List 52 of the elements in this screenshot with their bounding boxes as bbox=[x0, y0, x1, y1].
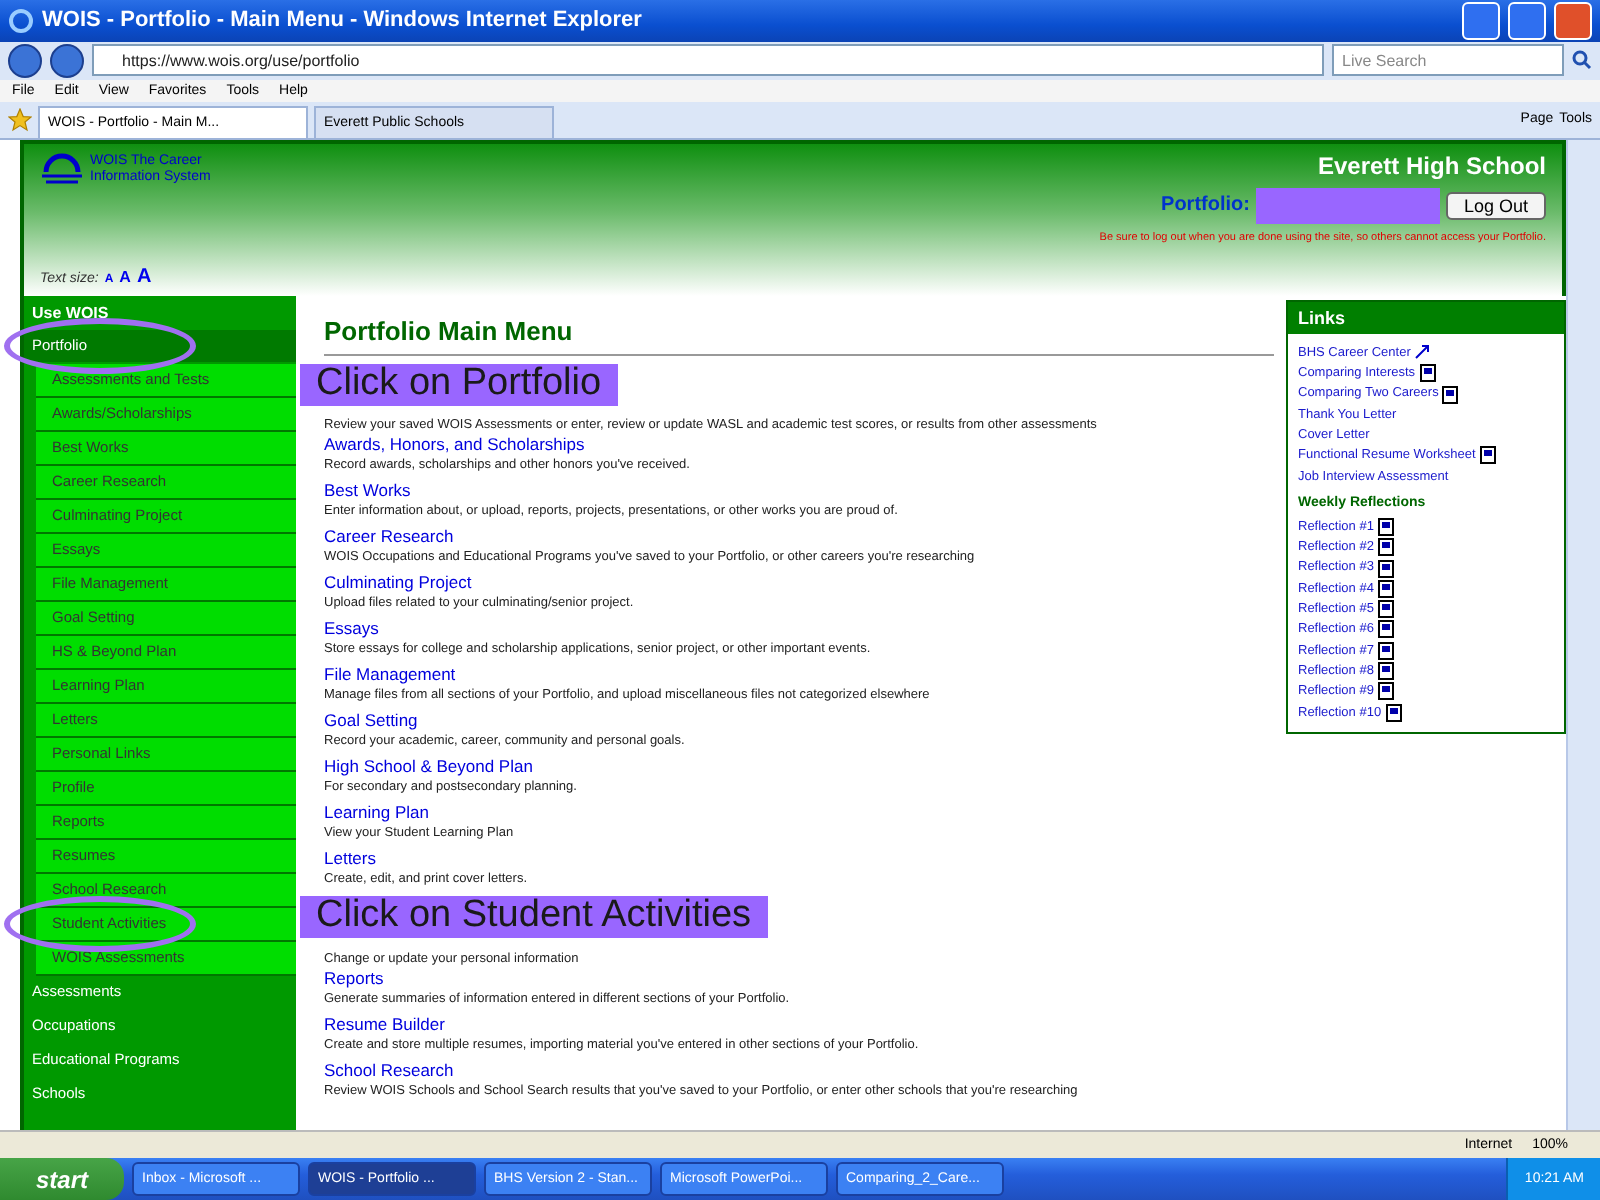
document-icon bbox=[1377, 641, 1396, 660]
document-icon bbox=[1442, 385, 1461, 403]
callout-label: Click on Portfolio bbox=[300, 363, 618, 406]
document-icon bbox=[1377, 600, 1396, 619]
browser-icon bbox=[8, 7, 34, 34]
maximize-button[interactable] bbox=[1508, 1, 1546, 40]
menu-link[interactable]: Awards, Honors, and Scholarships bbox=[324, 433, 1282, 456]
document-icon bbox=[1377, 682, 1396, 701]
minimize-button[interactable] bbox=[1462, 1, 1500, 40]
document-icon bbox=[1377, 620, 1396, 639]
menu-link[interactable]: Letters bbox=[324, 847, 1282, 870]
text-size-link[interactable]: A bbox=[136, 265, 152, 288]
menu-link[interactable]: Reports bbox=[324, 967, 1282, 990]
document-icon bbox=[1377, 662, 1396, 681]
portfolio-field[interactable] bbox=[1255, 187, 1440, 224]
search-field[interactable]: Live Search bbox=[1332, 44, 1564, 77]
window-title: WOIS - Portfolio - Main Menu - Windows Internet Explorer bbox=[42, 8, 644, 33]
menu-link[interactable]: Career Research bbox=[324, 525, 1282, 548]
menu-link[interactable]: High School & Beyond Plan bbox=[324, 755, 1282, 778]
external-link-icon bbox=[1414, 344, 1431, 361]
portfolio-label: Portfolio: bbox=[1161, 194, 1250, 217]
menu-link[interactable]: Essays bbox=[324, 617, 1282, 640]
scrollbar[interactable] bbox=[1566, 139, 1600, 1131]
document-icon bbox=[1385, 703, 1404, 722]
close-button[interactable] bbox=[1554, 1, 1592, 40]
callout-label: Click on Student Activities bbox=[300, 895, 768, 938]
sidebar-title: Use WOIS bbox=[30, 301, 111, 326]
menu-link[interactable]: Best Works bbox=[324, 479, 1282, 502]
start-button[interactable]: start bbox=[0, 1158, 124, 1200]
menu-link[interactable]: File Management bbox=[324, 663, 1282, 686]
search-icon[interactable] bbox=[1572, 50, 1592, 71]
menu-link[interactable]: Goal Setting bbox=[324, 709, 1282, 732]
logout-button[interactable]: Log Out bbox=[1445, 191, 1546, 220]
page-title: Portfolio Main Menu bbox=[324, 315, 1274, 356]
menu-link[interactable]: Resume Builder bbox=[324, 1013, 1282, 1036]
document-icon bbox=[1377, 559, 1396, 578]
logo-icon bbox=[40, 151, 84, 188]
address-field[interactable]: https://www.wois.org/use/portfolio bbox=[92, 44, 1324, 77]
document-icon bbox=[1377, 517, 1396, 536]
document-icon bbox=[1377, 538, 1396, 557]
menu-link[interactable]: Learning Plan bbox=[324, 801, 1282, 824]
school-name: Everett High School bbox=[1317, 151, 1546, 180]
document-icon bbox=[1419, 364, 1438, 383]
text-size-link[interactable]: A bbox=[119, 267, 131, 286]
star-icon[interactable] bbox=[8, 107, 32, 132]
document-icon bbox=[1479, 446, 1498, 465]
forward-button[interactable] bbox=[50, 43, 84, 78]
menu-link[interactable]: Culminating Project bbox=[324, 571, 1282, 594]
menu-link[interactable]: School Research bbox=[324, 1059, 1282, 1082]
links-title: Links bbox=[1288, 301, 1564, 334]
back-button[interactable] bbox=[8, 43, 42, 78]
document-icon bbox=[1377, 579, 1396, 598]
